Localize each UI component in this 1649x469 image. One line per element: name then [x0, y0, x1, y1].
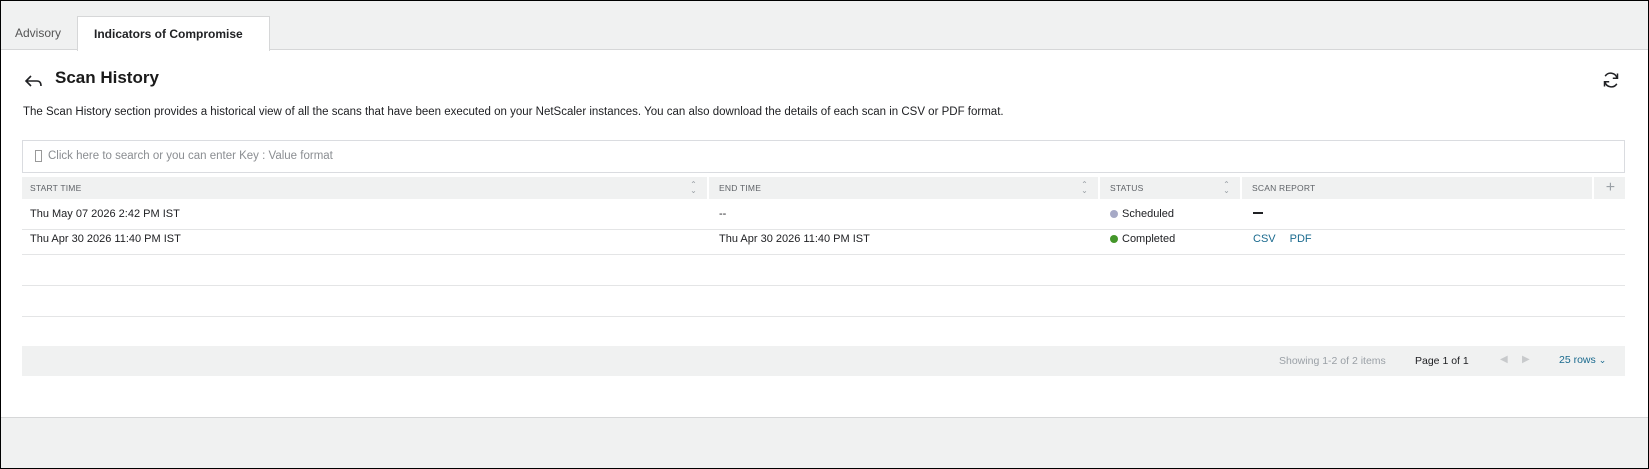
column-header-status[interactable]: STATUS ⌃ ⌄ [1102, 177, 1242, 199]
search-cursor-icon [35, 150, 42, 162]
app-frame: Advisory Indicators of Compromise (IoC) … [0, 0, 1649, 469]
bottom-bar [1, 417, 1648, 468]
column-header-end-time[interactable]: END TIME ⌃ ⌄ [711, 177, 1100, 199]
column-label: STATUS [1110, 183, 1144, 193]
cell-status: Completed [1110, 223, 1175, 254]
rows-per-page-label: 25 rows [1559, 354, 1596, 366]
tab-bar: Advisory Indicators of Compromise (IoC) [1, 1, 1648, 75]
back-arrow-icon[interactable] [23, 70, 45, 92]
sort-icon[interactable]: ⌃ ⌄ [1081, 181, 1088, 195]
search-placeholder: Click here to search or you can enter Ke… [48, 150, 333, 162]
column-label: START TIME [30, 183, 82, 193]
tab-advisory[interactable]: Advisory [1, 16, 75, 50]
table-row[interactable]: Thu Apr 30 2026 11:40 PM IST Thu Apr 30 … [22, 222, 1625, 255]
column-label: END TIME [719, 183, 762, 193]
download-pdf-link[interactable]: PDF [1290, 233, 1312, 245]
cell-scan-report: CSV PDF [1253, 223, 1326, 254]
column-label: SCAN REPORT [1252, 183, 1316, 193]
status-label: Scheduled [1122, 208, 1174, 220]
table-footer: Showing 1-2 of 2 items Page 1 of 1 ◀ ▶ 2… [22, 346, 1625, 376]
status-label: Completed [1122, 233, 1176, 245]
page-title: Scan History [55, 68, 159, 87]
next-page-icon[interactable]: ▶ [1522, 354, 1530, 365]
cell-end-time: Thu Apr 30 2026 11:40 PM IST [719, 233, 870, 245]
add-column-icon[interactable]: + [1596, 177, 1625, 199]
column-header-start-time[interactable]: START TIME ⌃ ⌄ [22, 177, 709, 199]
refresh-icon[interactable] [1601, 70, 1621, 90]
tab-indicators-of-compromise[interactable]: Indicators of Compromise (IoC) [77, 16, 270, 75]
cell-start-time: Thu Apr 30 2026 11:40 PM IST [30, 233, 181, 245]
page-indicator: Page 1 of 1 [1415, 355, 1469, 367]
previous-page-icon[interactable]: ◀ [1500, 354, 1508, 365]
status-dot-icon [1110, 235, 1118, 243]
column-header-scan-report: SCAN REPORT [1244, 177, 1594, 199]
sort-icon[interactable]: ⌃ ⌄ [1223, 181, 1230, 195]
search-bar[interactable]: Click here to search or you can enter Ke… [22, 140, 1625, 173]
chevron-down-icon: ⌄ [1598, 355, 1607, 365]
page-description: The Scan History section provides a hist… [23, 106, 1004, 118]
sort-icon[interactable]: ⌃ ⌄ [690, 181, 697, 195]
empty-report-dash-icon [1253, 212, 1263, 214]
status-dot-icon [1110, 210, 1118, 218]
empty-table-row [22, 286, 1625, 317]
empty-table-row [22, 255, 1625, 286]
main-content: Scan History The Scan History section pr… [1, 51, 1648, 416]
rows-per-page-select[interactable]: 25 rows ⌄ [1559, 354, 1606, 366]
showing-items-text: Showing 1-2 of 2 items [1279, 355, 1386, 367]
table-header: START TIME ⌃ ⌄ END TIME ⌃ ⌄ STATUS ⌃ ⌄ SCAN… [22, 177, 1625, 199]
download-csv-link[interactable]: CSV [1253, 233, 1276, 245]
empty-table-row [22, 316, 1625, 347]
